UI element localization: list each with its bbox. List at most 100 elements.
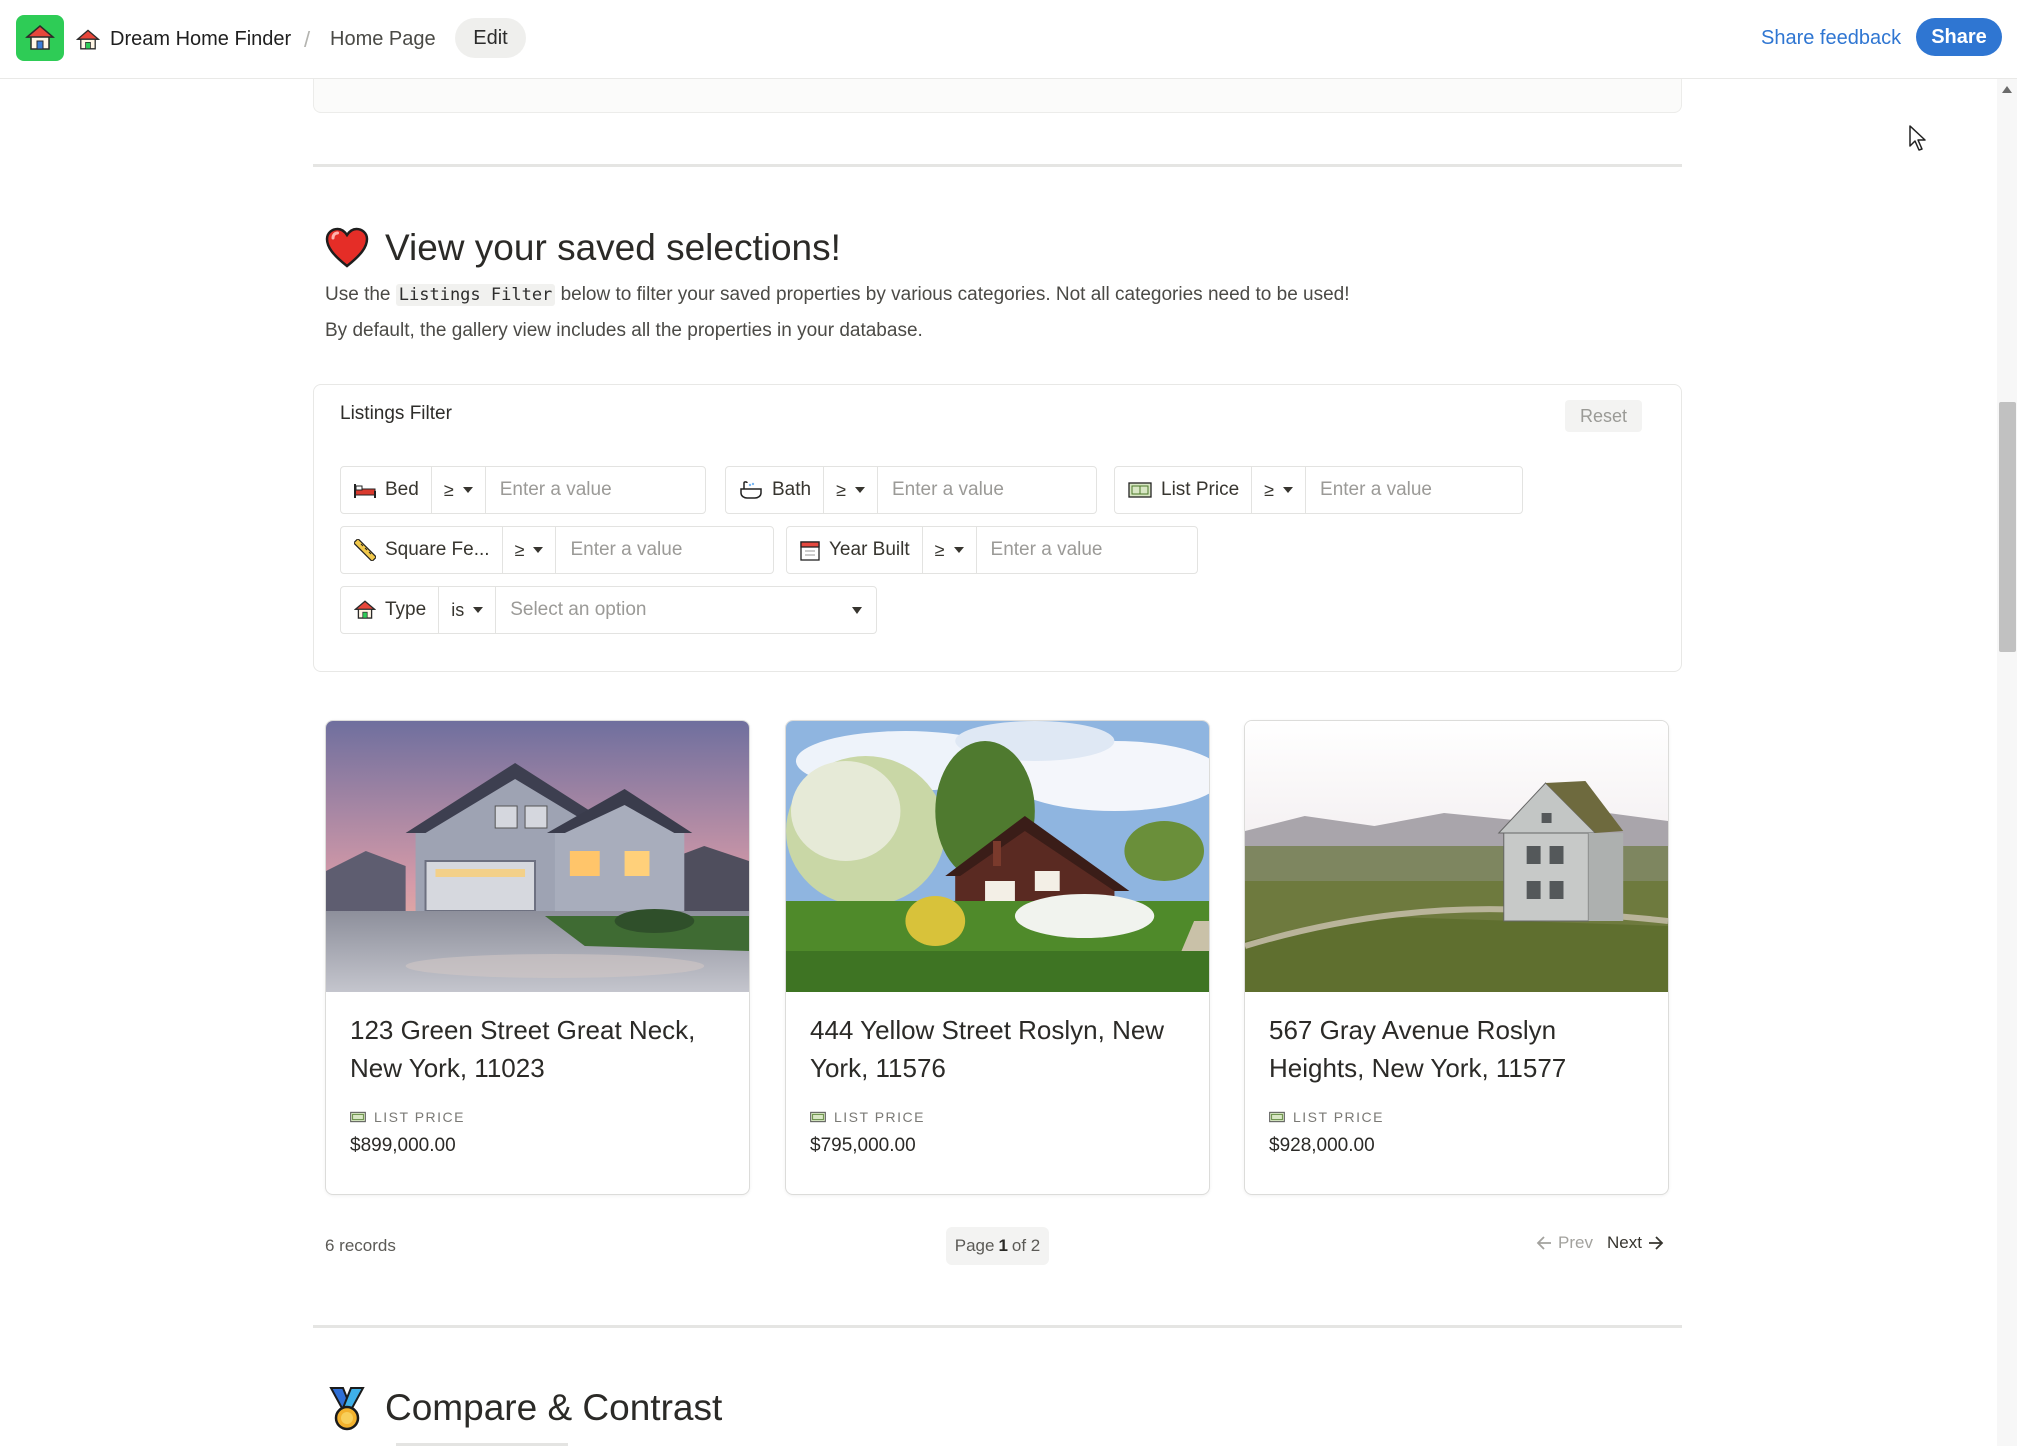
bed-filter-label[interactable]: Bed xyxy=(341,467,432,513)
type-filter: Type is Select an option xyxy=(340,586,877,634)
type-label-text: Type xyxy=(385,599,427,620)
page-current: 1 xyxy=(998,1236,1008,1255)
square-feet-value-input[interactable]: Enter a value xyxy=(556,527,773,573)
calendar-icon xyxy=(800,539,820,561)
heart-icon xyxy=(325,226,369,270)
ledger-icon xyxy=(810,1111,826,1123)
scrollbar-thumb[interactable] xyxy=(1999,402,2016,652)
ledger-icon xyxy=(350,1111,366,1123)
square-feet-label-text: Square Fe... xyxy=(385,539,490,560)
edit-button[interactable]: Edit xyxy=(455,18,526,58)
house-icon xyxy=(354,599,376,621)
house-photo-1 xyxy=(326,721,749,992)
next-label: Next xyxy=(1607,1233,1642,1252)
app-name: Dream Home Finder xyxy=(110,28,292,50)
chevron-down-icon xyxy=(953,547,964,553)
year-built-operator-select[interactable]: ≥ xyxy=(923,527,977,573)
listing-price: $928,000.00 xyxy=(1269,1135,1375,1156)
breadcrumb-page[interactable]: Home Page xyxy=(330,0,436,79)
filter-title: Listings Filter xyxy=(340,403,452,424)
app-logo-icon[interactable] xyxy=(16,15,64,61)
list-price-filter: List Price ≥ Enter a value xyxy=(1114,466,1523,514)
saved-selections-title: View your saved selections! xyxy=(385,227,841,268)
bath-filter-label[interactable]: Bath xyxy=(726,467,825,513)
share-button[interactable]: Share xyxy=(1916,18,2002,56)
year-built-filter-label[interactable]: Year Built xyxy=(787,527,923,573)
arrow-left-icon xyxy=(1536,1236,1552,1250)
prev-button[interactable]: Prev xyxy=(1530,1233,1593,1253)
breadcrumb-app[interactable]: Dream Home Finder xyxy=(76,0,291,79)
ledger-icon xyxy=(1128,481,1152,499)
intro-paragraph: Use the Listings Filter below to filter … xyxy=(325,284,1350,306)
bath-value-input[interactable]: Enter a value xyxy=(878,467,1096,513)
section-divider xyxy=(313,1325,1682,1328)
listings-filter-panel: Listings Filter Reset Bed ≥ Enter a valu… xyxy=(313,384,1682,672)
bath-operator-value: ≥ xyxy=(836,479,846,500)
page-suffix: of 2 xyxy=(1011,1236,1041,1255)
ledger-icon xyxy=(1269,1111,1285,1123)
page-prefix: Page xyxy=(954,1236,995,1255)
list-price-label-text: List Price xyxy=(1161,479,1240,500)
listing-address: 444 Yellow Street Roslyn, New York, 1157… xyxy=(810,1015,1165,1083)
square-feet-filter: Square Fe... ≥ Enter a value xyxy=(340,526,774,574)
house-photo-2 xyxy=(786,721,1209,992)
bed-operator-value: ≥ xyxy=(443,479,454,500)
year-built-label-text: Year Built xyxy=(829,539,910,560)
year-built-operator-value: ≥ xyxy=(934,539,945,560)
bath-operator-select[interactable]: ≥ xyxy=(824,467,878,513)
intro-code: Listings Filter xyxy=(395,284,556,306)
list-price-label: LIST PRICE xyxy=(810,1109,925,1125)
list-price-operator-select[interactable]: ≥ xyxy=(1252,467,1307,513)
list-price-operator-value: ≥ xyxy=(1264,479,1275,500)
year-built-filter: Year Built ≥ Enter a value xyxy=(786,526,1198,574)
listing-price: $795,000.00 xyxy=(810,1135,916,1156)
page-indicator: Page 1 of 2 xyxy=(946,1227,1049,1265)
square-feet-operator-select[interactable]: ≥ xyxy=(503,527,557,573)
house-photo-3 xyxy=(1245,721,1668,992)
list-price-label-text: LIST PRICE xyxy=(1293,1109,1384,1125)
records-count: 6 records xyxy=(325,1236,396,1255)
list-price-filter-label[interactable]: List Price xyxy=(1115,467,1253,513)
list-price-label-text: LIST PRICE xyxy=(374,1109,465,1125)
square-feet-operator-value: ≥ xyxy=(514,539,525,560)
saved-selections-heading: View your saved selections! xyxy=(325,226,841,270)
share-feedback-link[interactable]: Share feedback xyxy=(1761,0,1901,76)
type-operator-select[interactable]: is xyxy=(439,587,497,633)
list-price-label: LIST PRICE xyxy=(1269,1109,1384,1125)
reset-button[interactable]: Reset xyxy=(1565,400,1642,432)
intro-paragraph-2: By default, the gallery view includes al… xyxy=(325,320,923,341)
chevron-down-icon xyxy=(473,607,484,613)
bed-value-input[interactable]: Enter a value xyxy=(486,467,705,513)
mouse-cursor-icon xyxy=(1908,124,1928,157)
listing-address: 567 Gray Avenue Roslyn Heights, New York… xyxy=(1269,1015,1567,1083)
type-placeholder: Select an option xyxy=(510,599,647,620)
chevron-down-icon xyxy=(533,547,544,553)
bath-label-text: Bath xyxy=(772,479,812,500)
ruler-icon xyxy=(354,539,376,561)
chevron-down-icon xyxy=(852,606,862,614)
next-button[interactable]: Next xyxy=(1607,1233,1670,1253)
square-feet-filter-label[interactable]: Square Fe... xyxy=(341,527,503,573)
chevron-down-icon xyxy=(1283,487,1294,493)
bed-icon xyxy=(354,481,376,499)
list-price-label-text: LIST PRICE xyxy=(834,1109,925,1125)
scroll-up-arrow-icon[interactable] xyxy=(2002,86,2012,93)
listing-price: $899,000.00 xyxy=(350,1135,456,1156)
bathtub-icon xyxy=(739,480,763,500)
type-value-select[interactable]: Select an option xyxy=(496,587,876,633)
scrollbar-track[interactable] xyxy=(1997,79,2017,1446)
chevron-down-icon xyxy=(462,487,473,493)
bed-operator-select[interactable]: ≥ xyxy=(432,467,486,513)
listing-card[interactable]: 444 Yellow Street Roslyn, New York, 1157… xyxy=(785,720,1210,1195)
intro-text-end: below to filter your saved properties by… xyxy=(560,284,1350,305)
compare-heading: Compare & Contrast xyxy=(325,1386,722,1431)
type-filter-label[interactable]: Type xyxy=(341,587,440,633)
list-price-value-input[interactable]: Enter a value xyxy=(1306,467,1522,513)
listing-card[interactable]: 567 Gray Avenue Roslyn Heights, New York… xyxy=(1244,720,1669,1195)
bed-filter: Bed ≥ Enter a value xyxy=(340,466,706,514)
type-operator-value: is xyxy=(451,599,465,620)
top-bar: Dream Home Finder / Home Page Edit Share… xyxy=(0,0,2017,79)
listing-card[interactable]: 123 Green Street Great Neck, New York, 1… xyxy=(325,720,750,1195)
previous-card-remnant xyxy=(313,79,1682,113)
year-built-value-input[interactable]: Enter a value xyxy=(977,527,1197,573)
